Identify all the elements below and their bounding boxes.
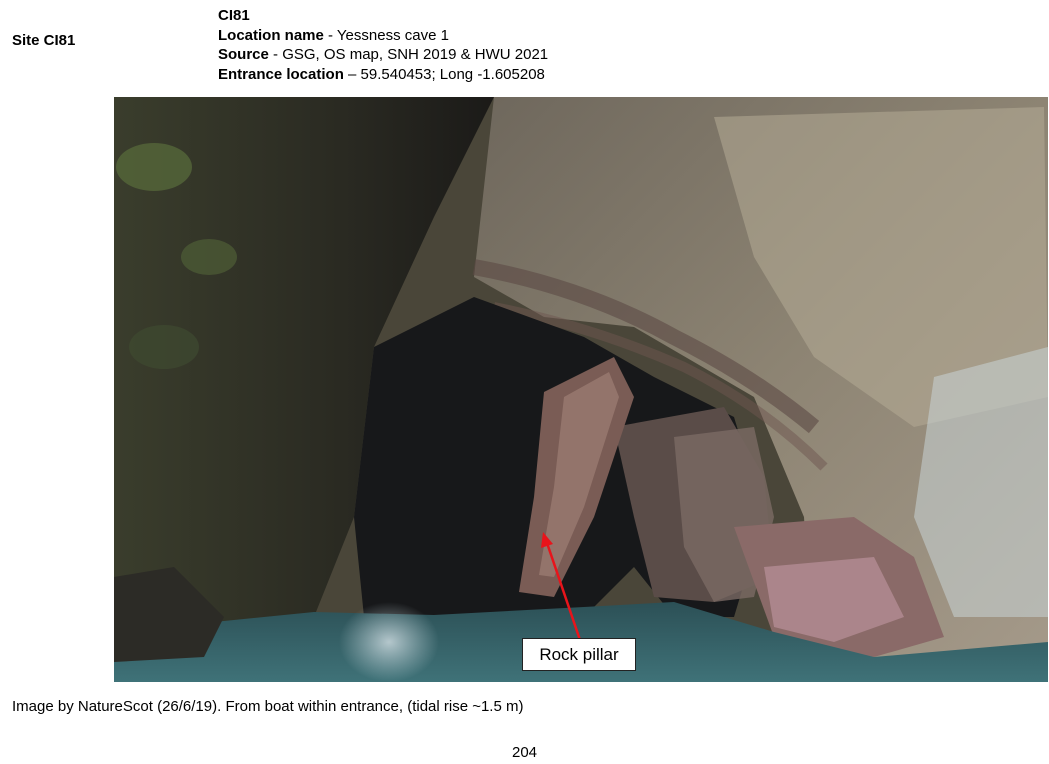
- photo-caption: Image by NatureScot (26/6/19). From boat…: [12, 698, 524, 715]
- arrow-head: [541, 532, 553, 548]
- page-number: 204: [511, 744, 538, 761]
- arrow-shaft: [544, 539, 582, 641]
- rock-pillar-label: Rock pillar: [522, 638, 636, 671]
